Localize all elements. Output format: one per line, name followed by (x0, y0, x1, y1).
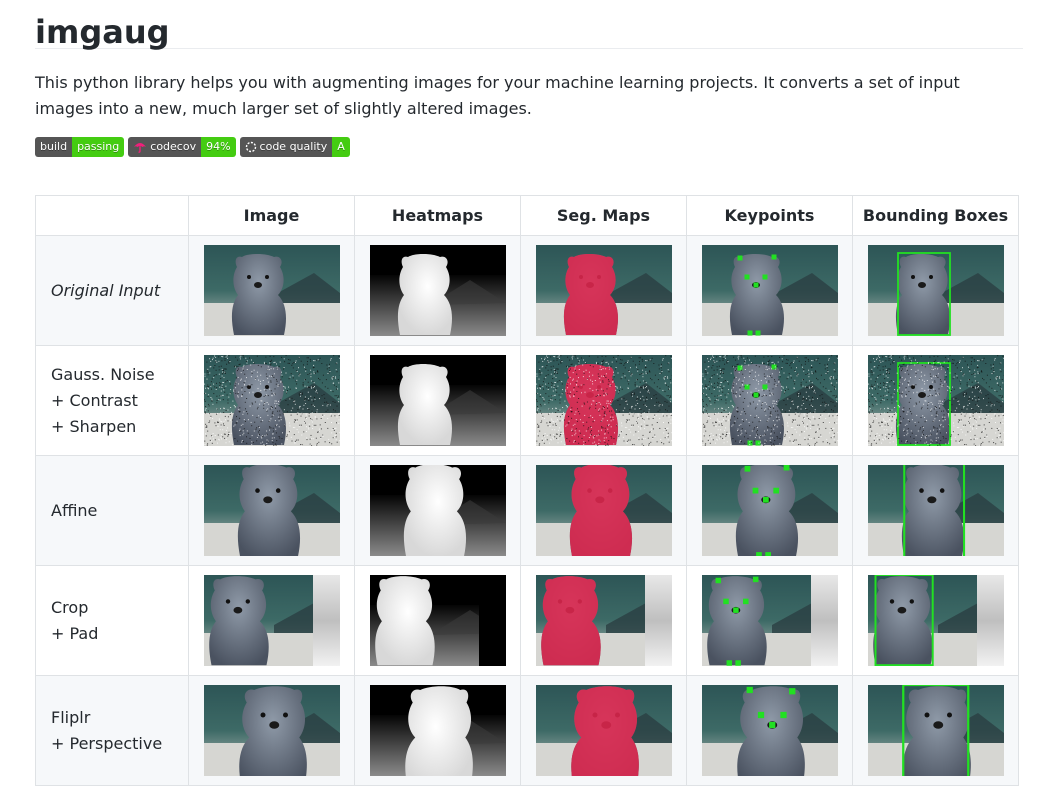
table-cell (520, 565, 687, 676)
table-cell (188, 235, 355, 346)
augmentation-table: Image Heatmaps Seg. Maps Keypoints Bound… (35, 195, 1019, 786)
segmap-thumbnail (535, 575, 672, 666)
image-thumbnail (203, 245, 340, 336)
row-label: Gauss. Noise + Contrast + Sharpen (35, 345, 189, 456)
image-thumbnail (203, 575, 340, 666)
table-cell (520, 345, 687, 456)
keypoints-thumbnail (701, 465, 838, 556)
table-row: Gauss. Noise + Contrast + Sharpen (35, 345, 1019, 456)
table-cell (354, 455, 521, 566)
table-cell (188, 455, 355, 566)
keypoints-thumbnail (701, 245, 838, 336)
row-label: Crop + Pad (35, 565, 189, 676)
page-title: imgaug (35, 0, 1023, 51)
heatmap-thumbnail (369, 575, 506, 666)
header-seg-maps: Seg. Maps (520, 195, 687, 236)
table-cell (354, 345, 521, 456)
table-cell (188, 565, 355, 676)
code-quality-badge[interactable]: code quality A (239, 137, 350, 157)
dashed-circle-icon (245, 141, 256, 153)
segmap-thumbnail (535, 685, 672, 776)
codecov-badge[interactable]: codecov 94% (128, 137, 236, 157)
row-label-line: + Contrast (51, 390, 138, 410)
table-cell (520, 455, 687, 566)
bbox-thumbnail (867, 575, 1004, 666)
bbox-thumbnail (867, 465, 1004, 556)
codecov-badge-value: 94% (201, 137, 236, 157)
header-empty (35, 195, 189, 236)
table-cell (354, 235, 521, 346)
table-cell (188, 675, 355, 786)
code-quality-badge-left: code quality (239, 137, 333, 157)
table-cell (686, 455, 853, 566)
table-cell (354, 565, 521, 676)
bbox-thumbnail (867, 245, 1004, 336)
row-label-line: Fliplr (51, 707, 91, 727)
image-thumbnail (203, 685, 340, 776)
readme-page: imgaug This python library helps you wit… (35, 0, 1023, 786)
keypoints-thumbnail (701, 355, 838, 446)
row-label-line: Crop (51, 597, 89, 617)
build-badge-label: build (35, 137, 73, 157)
table-header-row: Image Heatmaps Seg. Maps Keypoints Bound… (35, 195, 1019, 236)
table-row: Original Input (35, 235, 1019, 346)
heatmap-thumbnail (369, 685, 506, 776)
build-badge-status: passing (72, 137, 125, 157)
table-cell (520, 675, 687, 786)
row-label-line: Original Input (51, 280, 161, 300)
table-row: Fliplr + Perspective (35, 675, 1019, 786)
row-label-line: + Pad (51, 623, 99, 643)
table-cell (188, 345, 355, 456)
keypoints-thumbnail (701, 685, 838, 776)
table-row: Affine (35, 455, 1019, 566)
table-cell (852, 345, 1019, 456)
row-label: Fliplr + Perspective (35, 675, 189, 786)
heatmap-thumbnail (369, 355, 506, 446)
table-cell (852, 565, 1019, 676)
heatmap-thumbnail (369, 245, 506, 336)
badge-row: build passing codecov 94% code quality A (35, 137, 1023, 159)
build-badge[interactable]: build passing (35, 137, 125, 157)
segmap-thumbnail (535, 465, 672, 556)
table-cell (686, 675, 853, 786)
table-cell (686, 345, 853, 456)
header-keypoints: Keypoints (686, 195, 853, 236)
table-cell (686, 565, 853, 676)
row-label-line: Gauss. Noise (51, 364, 155, 384)
table-cell (852, 455, 1019, 566)
umbrella-icon (134, 143, 147, 153)
table-cell (520, 235, 687, 346)
table-cell (852, 675, 1019, 786)
keypoints-thumbnail (701, 575, 838, 666)
code-quality-badge-grade: A (332, 137, 350, 157)
code-quality-badge-label: code quality (259, 140, 328, 153)
intro-paragraph: This python library helps you with augme… (35, 73, 960, 118)
row-label-line: + Perspective (51, 733, 163, 753)
codecov-badge-left: codecov (128, 137, 202, 157)
table-cell (686, 235, 853, 346)
row-label-line: + Sharpen (51, 416, 137, 436)
table-body: Original Input Gauss. Noise + Contrast + Sh… (35, 235, 1019, 786)
bbox-thumbnail (867, 355, 1004, 446)
codecov-badge-label: codecov (150, 140, 197, 153)
row-label-line: Affine (51, 500, 98, 520)
header-bounding-boxes: Bounding Boxes (852, 195, 1019, 236)
heatmap-thumbnail (369, 465, 506, 556)
segmap-thumbnail (535, 245, 672, 336)
table-row: Crop + Pad (35, 565, 1019, 676)
image-thumbnail (203, 355, 340, 446)
row-label: Affine (35, 455, 189, 566)
header-heatmaps: Heatmaps (354, 195, 521, 236)
table-cell (852, 235, 1019, 346)
row-label: Original Input (35, 235, 189, 346)
image-thumbnail (203, 465, 340, 556)
table-cell (354, 675, 521, 786)
bbox-thumbnail (867, 685, 1004, 776)
header-image: Image (188, 195, 355, 236)
segmap-thumbnail (535, 355, 672, 446)
